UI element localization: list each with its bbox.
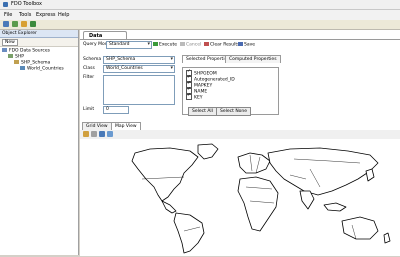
select-all-button[interactable]: Select All xyxy=(188,107,217,116)
panel-header: Object Explorer xyxy=(0,30,78,38)
title-bar: FDO Toolbox xyxy=(0,0,400,10)
world-map xyxy=(131,143,391,254)
refresh-icon[interactable] xyxy=(12,21,18,27)
greenland xyxy=(197,143,219,160)
tab-grid-view[interactable]: Grid View xyxy=(82,122,112,130)
app-icon xyxy=(3,2,8,7)
menu-file[interactable]: File xyxy=(4,12,12,18)
main-toolbar xyxy=(0,20,400,30)
play-icon xyxy=(153,42,158,46)
map-view[interactable] xyxy=(80,139,400,255)
class-select[interactable]: World_Countries xyxy=(103,65,175,73)
filter-label: Filter xyxy=(83,75,95,80)
datasource-icon xyxy=(2,48,7,52)
property-item[interactable]: KEY xyxy=(186,93,203,101)
tree-node-shp[interactable]: SHP xyxy=(8,54,24,60)
window-title: FDO Toolbox xyxy=(11,1,43,7)
japan xyxy=(365,168,375,182)
tree-node-schema[interactable]: SHP_Schema xyxy=(14,60,50,66)
limit-label: Limit xyxy=(83,107,95,112)
connect-icon[interactable] xyxy=(3,21,9,27)
europe xyxy=(237,152,271,174)
menu-bar: File Tools Express Help xyxy=(0,10,400,20)
south-america xyxy=(173,212,205,254)
cancel-button[interactable]: Cancel xyxy=(180,42,201,48)
extent-icon[interactable] xyxy=(107,131,113,137)
australia xyxy=(341,216,379,240)
save-button[interactable]: Save xyxy=(238,42,255,48)
schema-select[interactable]: SHP_Schema xyxy=(103,56,175,64)
menu-tools[interactable]: Tools xyxy=(19,12,31,18)
menu-help[interactable]: Help xyxy=(58,12,69,18)
select-none-button[interactable]: Select None xyxy=(216,107,252,116)
save-icon xyxy=(238,42,243,46)
new-zealand xyxy=(383,232,391,244)
open-icon[interactable] xyxy=(21,21,27,27)
asia xyxy=(267,147,379,196)
zoom-in-icon[interactable] xyxy=(83,131,89,137)
panel-toolbar: New xyxy=(0,38,78,47)
run-icon[interactable] xyxy=(30,21,36,27)
class-label: Class xyxy=(83,66,95,71)
execute-button[interactable]: Execute xyxy=(153,42,177,48)
limit-input[interactable]: 0 xyxy=(103,106,129,114)
object-explorer: Object Explorer New FDO Data Sources SHP… xyxy=(0,30,79,255)
india xyxy=(299,190,315,210)
clear-results-button[interactable]: Clear Results xyxy=(204,42,239,48)
panel-title: Object Explorer xyxy=(2,31,37,36)
checkbox[interactable] xyxy=(186,93,192,100)
central-america xyxy=(161,200,177,214)
connection-icon xyxy=(8,54,13,58)
class-icon xyxy=(20,66,25,70)
tree-node-class[interactable]: World_Countries xyxy=(20,66,64,72)
query-mode-select[interactable]: Standard xyxy=(106,41,152,49)
menu-express[interactable]: Express xyxy=(36,12,56,18)
zoom-out-icon[interactable] xyxy=(91,131,97,137)
tree-node-root[interactable]: FDO Data Sources xyxy=(2,48,50,54)
pan-icon[interactable] xyxy=(99,131,105,137)
tab-map-view[interactable]: Map View xyxy=(111,122,141,130)
filter-textarea[interactable] xyxy=(103,75,175,105)
north-america xyxy=(131,147,199,202)
africa xyxy=(237,176,279,232)
new-button[interactable]: New xyxy=(2,39,18,46)
clear-icon xyxy=(204,42,209,46)
schema-icon xyxy=(14,60,19,64)
tab-computed-properties[interactable]: Computed Properties xyxy=(225,55,281,63)
schema-label: Schema xyxy=(83,57,102,62)
indonesia xyxy=(323,202,347,212)
cancel-icon xyxy=(180,42,185,46)
